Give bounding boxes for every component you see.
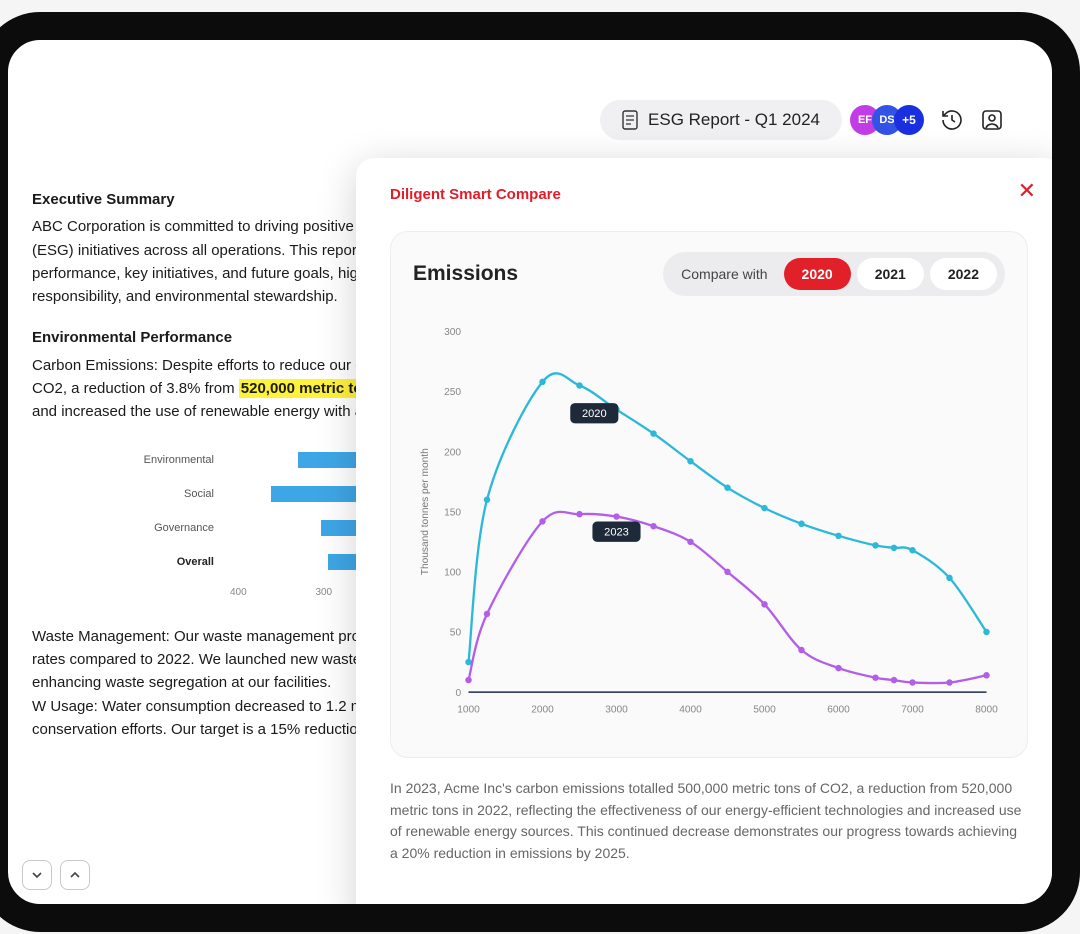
compare-label: Compare with [671,266,777,282]
svg-text:1000: 1000 [457,704,480,715]
svg-text:200: 200 [444,447,461,458]
smart-compare-panel: Diligent Smart Compare ✕ Emissions Compa… [356,158,1062,928]
page-nav [22,860,90,890]
year-pill-2020[interactable]: 2020 [784,258,851,290]
svg-text:300: 300 [444,327,461,338]
chart-title: Emissions [413,262,518,286]
document-title-pill[interactable]: ESG Report - Q1 2024 [600,100,842,140]
svg-text:150: 150 [444,507,461,518]
nav-down-button[interactable] [22,860,52,890]
profile-icon[interactable] [980,108,1004,132]
svg-text:5000: 5000 [753,704,776,715]
topbar: ESG Report - Q1 2024 EF DS +5 [8,90,1028,150]
nav-up-button[interactable] [60,860,90,890]
document-title: ESG Report - Q1 2024 [648,110,820,130]
svg-text:0: 0 [455,688,461,699]
panel-title: Diligent Smart Compare [390,186,1028,203]
svg-text:6000: 6000 [827,704,850,715]
svg-text:2000: 2000 [531,704,554,715]
document-icon [622,110,638,130]
svg-text:250: 250 [444,387,461,398]
tablet-frame: ESG Report - Q1 2024 EF DS +5 Executive … [0,12,1080,932]
year-pill-2021[interactable]: 2021 [857,258,924,290]
svg-text:3000: 3000 [605,704,628,715]
svg-text:Thousand tonnes per month: Thousand tonnes per month [420,448,431,575]
svg-text:2020: 2020 [582,408,607,420]
chart-summary: In 2023, Acme Inc's carbon emissions tot… [390,778,1028,865]
svg-text:7000: 7000 [901,704,924,715]
collaborator-avatars[interactable]: EF DS +5 [858,105,924,135]
year-pill-2022[interactable]: 2022 [930,258,997,290]
avatar-more[interactable]: +5 [894,105,924,135]
chart-card: Emissions Compare with 2020 2021 2022 Th… [390,231,1028,758]
svg-text:2023: 2023 [604,526,629,538]
emissions-line-chart: Thousand tonnes per month 0 50 100 150 200 250… [413,306,1005,736]
compare-with-group: Compare with 2020 2021 2022 [663,252,1005,296]
svg-text:8000: 8000 [975,704,998,715]
history-icon[interactable] [940,108,964,132]
close-icon[interactable]: ✕ [1018,180,1036,202]
svg-text:4000: 4000 [679,704,702,715]
svg-text:100: 100 [444,568,461,579]
svg-text:50: 50 [450,628,462,639]
